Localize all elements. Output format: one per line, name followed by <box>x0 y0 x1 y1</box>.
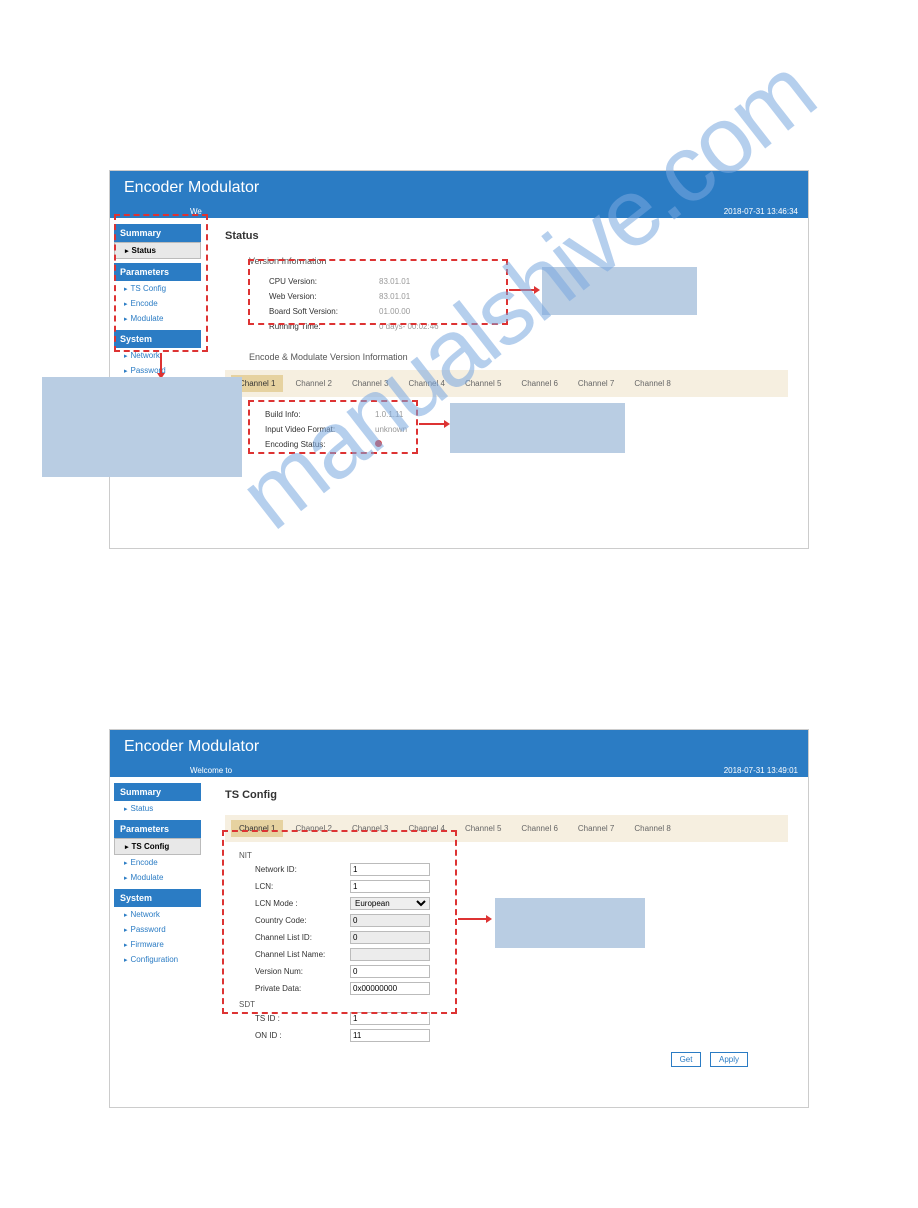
sidebar-item-tsconfig[interactable]: TS Config <box>114 281 201 296</box>
board-version-value: 01.00.00 <box>379 307 410 316</box>
on-id-label: ON ID : <box>255 1031 350 1040</box>
input-video-label: Input Video Format: <box>265 425 375 434</box>
tab-channel-2[interactable]: Channel 2 <box>287 820 339 837</box>
callout-form <box>495 898 645 948</box>
private-data-input[interactable] <box>350 982 430 995</box>
page-title: Status <box>225 230 788 242</box>
arrow-sidebar <box>160 353 162 373</box>
sidebar-header-summary: Summary <box>114 224 201 242</box>
sidebar-item-tsconfig[interactable]: TS Config <box>114 838 201 855</box>
sidebar-item-firmware[interactable]: Firmware <box>114 937 201 952</box>
sidebar-header-summary: Summary <box>114 783 201 801</box>
callout-sidebar <box>42 377 242 477</box>
sidebar-item-status[interactable]: Status <box>114 242 201 259</box>
arrow-form <box>458 918 486 920</box>
country-code-input[interactable] <box>350 914 430 927</box>
cpu-version-label: CPU Version: <box>269 277 379 286</box>
arrow-version <box>509 289 534 291</box>
channel-tabs: Channel 1 Channel 2 Channel 3 Channel 4 … <box>225 370 788 397</box>
country-code-label: Country Code: <box>255 916 350 925</box>
ts-id-label: TS ID : <box>255 1014 350 1023</box>
status-screenshot: Encoder Modulator We 2018-07-31 13:46:34… <box>109 170 809 549</box>
board-version-label: Board Soft Version: <box>269 307 379 316</box>
sidebar-header-system: System <box>114 330 201 348</box>
encoding-status-label: Encoding Status: <box>265 440 375 449</box>
status-bar: Welcome to 2018-07-31 13:49:01 <box>110 764 808 777</box>
sidebar-item-configuration[interactable]: Configuration <box>114 952 201 967</box>
sidebar-item-password[interactable]: Password <box>114 922 201 937</box>
channel-tabs: Channel 1 Channel 2 Channel 3 Channel 4 … <box>225 815 788 842</box>
app-title: Encoder Modulator <box>110 171 808 205</box>
channel-list-id-input[interactable] <box>350 931 430 944</box>
tab-channel-7[interactable]: Channel 7 <box>570 820 622 837</box>
sidebar: Summary Status Parameters TS Config Enco… <box>110 777 205 1107</box>
on-id-input[interactable] <box>350 1029 430 1042</box>
tab-channel-4[interactable]: Channel 4 <box>400 375 452 392</box>
running-time-label: Running Time: <box>269 322 379 331</box>
lcn-label: LCN: <box>255 882 350 891</box>
tab-channel-6[interactable]: Channel 6 <box>513 820 565 837</box>
lcn-mode-select[interactable]: European <box>350 897 430 910</box>
arrow-encode <box>419 423 444 425</box>
sidebar-item-encode[interactable]: Encode <box>114 855 201 870</box>
ts-id-input[interactable] <box>350 1012 430 1025</box>
build-info-value: 1.0.1.11 <box>375 410 403 419</box>
sidebar-header-system: System <box>114 889 201 907</box>
tab-channel-1[interactable]: Channel 1 <box>231 820 283 837</box>
tab-channel-5[interactable]: Channel 5 <box>457 820 509 837</box>
lcn-mode-label: LCN Mode : <box>255 899 350 908</box>
sidebar-header-parameters: Parameters <box>114 263 201 281</box>
timestamp: 2018-07-31 13:46:34 <box>724 207 798 216</box>
tab-channel-3[interactable]: Channel 3 <box>344 375 396 392</box>
tab-channel-4[interactable]: Channel 4 <box>400 820 452 837</box>
running-time-value: 0 days- 00:02:46 <box>379 322 439 331</box>
version-info-title: Version Information <box>249 256 764 266</box>
status-bar: We 2018-07-31 13:46:34 <box>110 205 808 218</box>
web-version-value: 83.01.01 <box>379 292 410 301</box>
timestamp: 2018-07-31 13:49:01 <box>724 766 798 775</box>
apply-button[interactable]: Apply <box>710 1052 748 1067</box>
sidebar-item-network[interactable]: Network <box>114 907 201 922</box>
callout-encode <box>450 403 625 453</box>
encode-version-title: Encode & Modulate Version Information <box>225 352 788 362</box>
sidebar-item-modulate[interactable]: Modulate <box>114 311 201 326</box>
tab-channel-5[interactable]: Channel 5 <box>457 375 509 392</box>
channel-list-name-input[interactable] <box>350 948 430 961</box>
sidebar-item-modulate[interactable]: Modulate <box>114 870 201 885</box>
channel-list-id-label: Channel List ID: <box>255 933 350 942</box>
nit-section-header: NIT <box>225 848 788 861</box>
version-num-input[interactable] <box>350 965 430 978</box>
tsconfig-screenshot: Encoder Modulator Welcome to 2018-07-31 … <box>109 729 809 1108</box>
version-num-label: Version Num: <box>255 967 350 976</box>
web-version-label: Web Version: <box>269 292 379 301</box>
channel-list-name-label: Channel List Name: <box>255 950 350 959</box>
network-id-label: Network ID: <box>255 865 350 874</box>
sidebar-item-status[interactable]: Status <box>114 801 201 816</box>
app-title: Encoder Modulator <box>110 730 808 764</box>
main-content: Status Version Information CPU Version:8… <box>205 218 808 548</box>
sdt-section-header: SDT <box>225 997 788 1010</box>
status-dot-icon <box>375 440 382 447</box>
sidebar-item-encode[interactable]: Encode <box>114 296 201 311</box>
sidebar-header-parameters: Parameters <box>114 820 201 838</box>
private-data-label: Private Data: <box>255 984 350 993</box>
lcn-input[interactable] <box>350 880 430 893</box>
tab-channel-8[interactable]: Channel 8 <box>626 820 678 837</box>
get-button[interactable]: Get <box>671 1052 702 1067</box>
welcome-text: We <box>190 207 202 216</box>
build-info-label: Build Info: <box>265 410 375 419</box>
page-title: TS Config <box>225 789 788 801</box>
callout-version <box>542 267 697 315</box>
input-video-value: unknown <box>375 425 407 434</box>
tab-channel-7[interactable]: Channel 7 <box>570 375 622 392</box>
sidebar-item-network[interactable]: Network <box>114 348 201 363</box>
tab-channel-2[interactable]: Channel 2 <box>287 375 339 392</box>
tab-channel-3[interactable]: Channel 3 <box>344 820 396 837</box>
tab-channel-6[interactable]: Channel 6 <box>513 375 565 392</box>
network-id-input[interactable] <box>350 863 430 876</box>
cpu-version-value: 83.01.01 <box>379 277 410 286</box>
tab-channel-8[interactable]: Channel 8 <box>626 375 678 392</box>
welcome-text: Welcome to <box>190 766 232 775</box>
